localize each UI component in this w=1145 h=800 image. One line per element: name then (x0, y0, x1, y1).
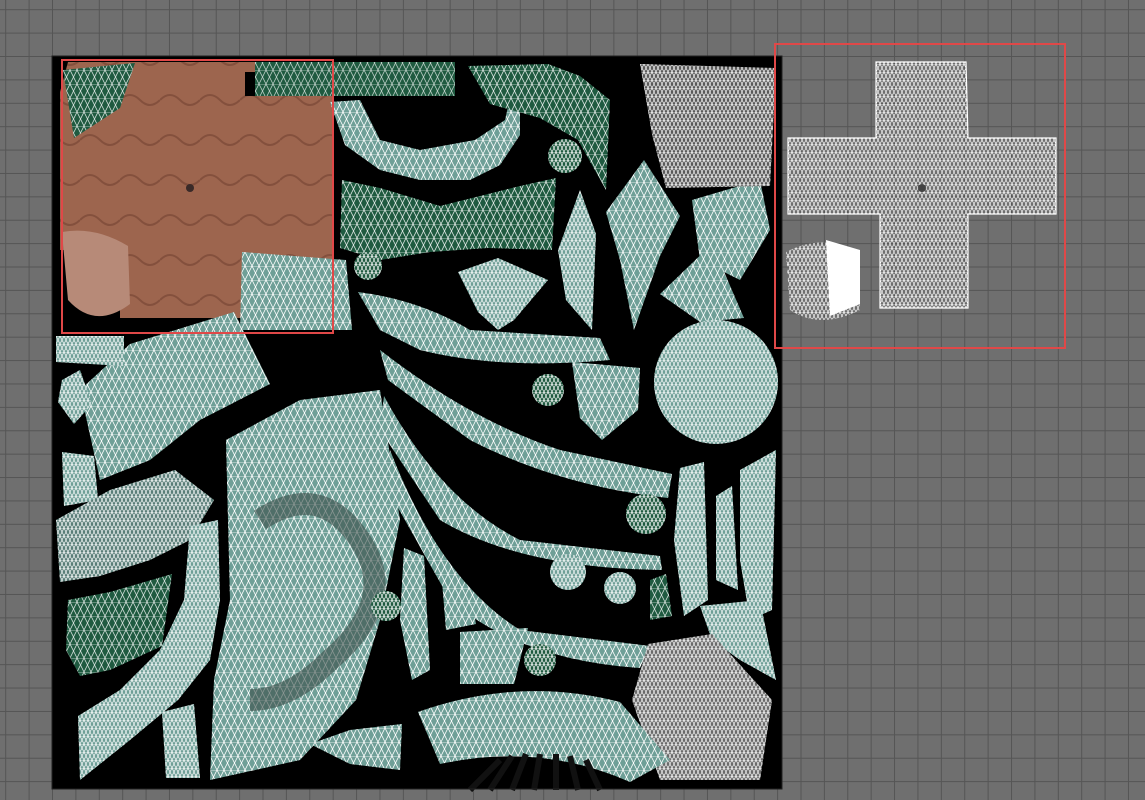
selection-rectangle-target[interactable] (774, 43, 1066, 349)
uv-viewport[interactable] (0, 0, 1145, 800)
selection-rectangle-source[interactable] (61, 59, 334, 334)
